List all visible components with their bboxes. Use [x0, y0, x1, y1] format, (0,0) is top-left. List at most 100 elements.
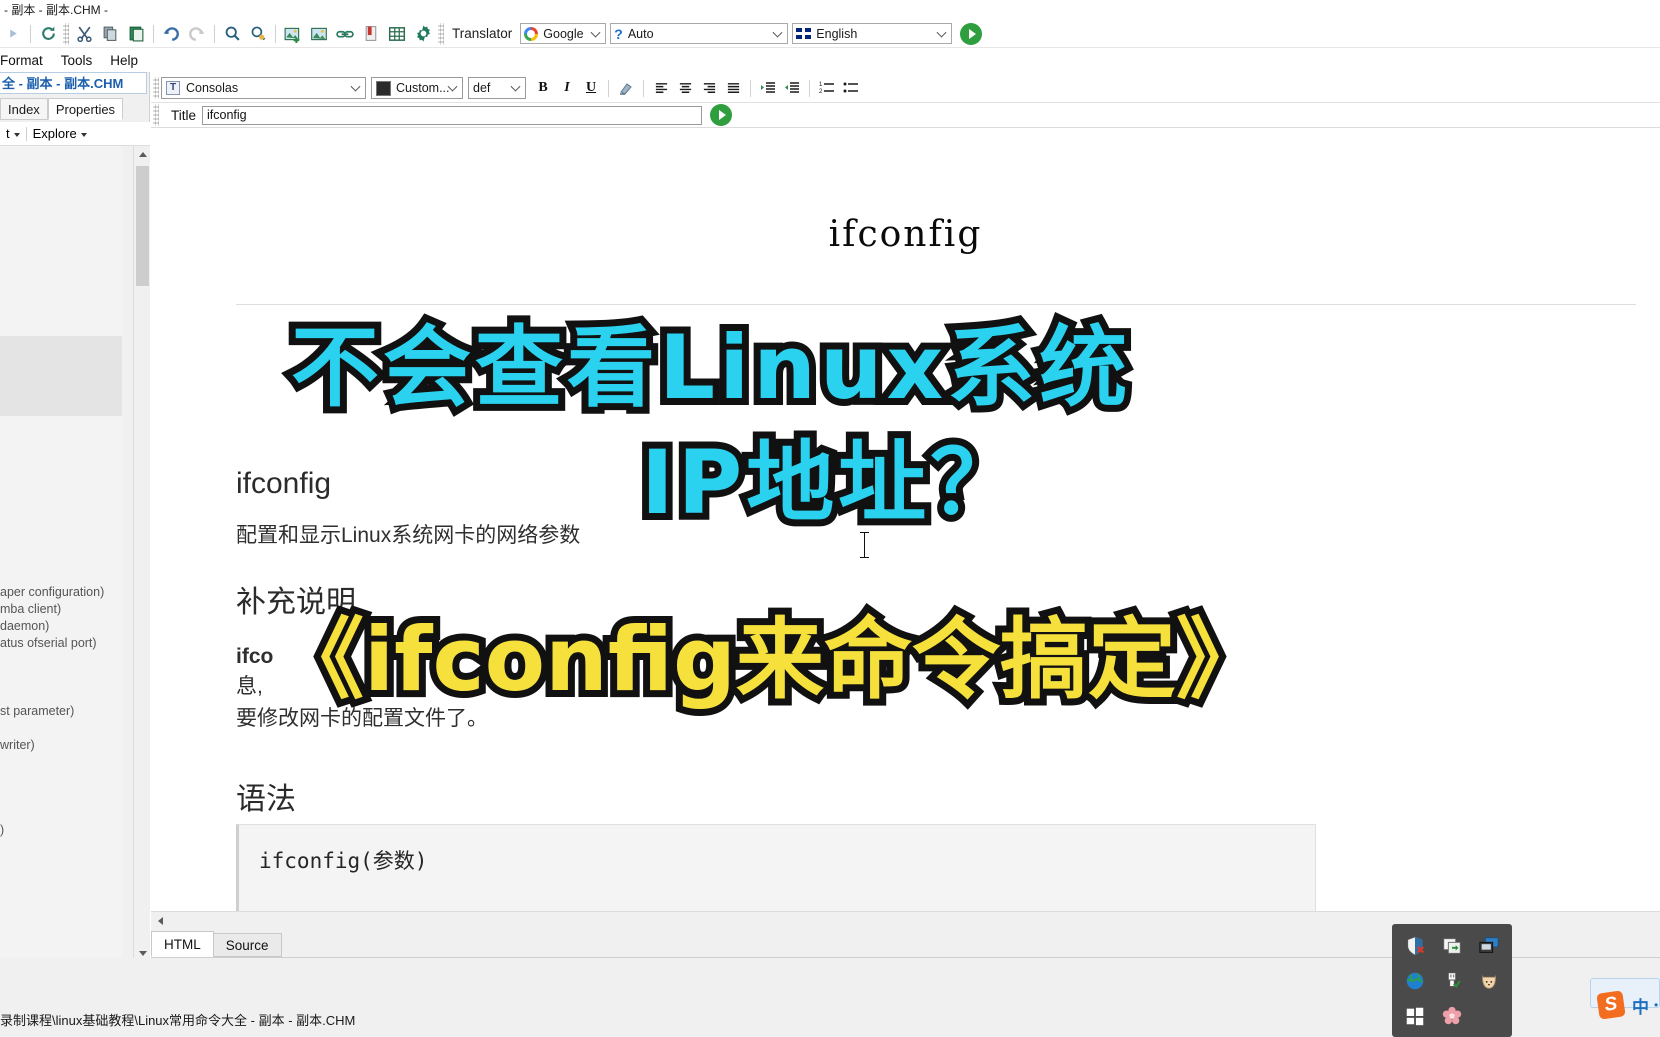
menu-item-tools[interactable]: Tools: [61, 53, 93, 68]
target-language-select[interactable]: English: [792, 23, 953, 44]
question-icon: ?: [614, 25, 623, 42]
left-panel: 全 - 副本 - 副本.CHM Index Properties t Explo…: [0, 72, 150, 962]
section-text-supplement-line2: 息,: [236, 675, 263, 698]
panel-tool-explore-label: Explore: [32, 126, 77, 141]
panel-tool-t[interactable]: t: [0, 126, 26, 141]
section-heading-ifconfig: ifconfig: [236, 467, 332, 500]
fox-icon[interactable]: [1471, 963, 1508, 998]
refresh-icon[interactable]: [35, 21, 61, 47]
document-divider: [236, 304, 1636, 305]
highlight-icon[interactable]: [614, 76, 638, 100]
font-size-select[interactable]: def: [468, 77, 526, 99]
title-input[interactable]: [202, 105, 703, 125]
tab-source[interactable]: Source: [212, 933, 282, 957]
paste-icon[interactable]: [123, 21, 149, 47]
copy-icon[interactable]: [97, 21, 123, 47]
find-replace-icon[interactable]: [245, 21, 271, 47]
font-color-select[interactable]: Custom...: [371, 77, 463, 99]
ime-mode-indicator[interactable]: 中: [1632, 993, 1649, 1018]
align-left-button[interactable]: [649, 76, 673, 100]
tree-vertical-scrollbar[interactable]: [133, 146, 150, 962]
find-icon[interactable]: [219, 21, 245, 47]
ime-extra-icon[interactable]: •: [1654, 998, 1658, 1012]
table-icon[interactable]: [384, 21, 410, 47]
unordered-list-button[interactable]: [839, 76, 863, 100]
list-item[interactable]: st parameter): [0, 703, 74, 719]
monitor-icon[interactable]: [1471, 928, 1508, 963]
section-text-supplement-line1: ifco: [236, 645, 274, 668]
list-item[interactable]: writer): [0, 737, 35, 753]
flower-icon[interactable]: [1433, 998, 1470, 1033]
section-heading-syntax: 语法: [236, 783, 296, 816]
scroll-left-icon[interactable]: [151, 912, 169, 930]
panel-tabs: Index Properties: [0, 98, 150, 120]
code-block[interactable]: ifconfig(参数): [236, 824, 1316, 911]
indent-increase-button[interactable]: [756, 76, 780, 100]
list-item[interactable]: daemon): [0, 618, 49, 634]
settings-icon[interactable]: [410, 21, 436, 47]
list-item[interactable]: atus ofserial port): [0, 635, 97, 651]
usb-icon[interactable]: [1433, 963, 1470, 998]
list-item[interactable]: ): [0, 822, 4, 838]
indent-decrease-button[interactable]: [780, 76, 804, 100]
tab-html[interactable]: HTML: [151, 931, 214, 957]
ordered-list-button[interactable]: 12: [815, 76, 839, 100]
document-tab[interactable]: 全 - 副本 - 副本.CHM: [0, 72, 147, 94]
target-language-value: English: [816, 26, 858, 41]
tree-selection-highlight: [0, 336, 122, 416]
toolbar-grip[interactable]: [438, 22, 444, 45]
scrollbar-thumb[interactable]: [136, 166, 149, 286]
document-body: ifconfig ifconfig 配置和显示Linux系统网卡的网络参数 补充…: [151, 129, 1660, 911]
floating-dock[interactable]: [1392, 924, 1512, 1037]
shield-icon[interactable]: [1396, 928, 1433, 963]
bold-button[interactable]: B: [531, 76, 555, 100]
font-family-select[interactable]: T Consolas: [161, 77, 366, 99]
italic-button[interactable]: I: [555, 76, 579, 100]
sogou-ime-icon[interactable]: S: [1596, 990, 1626, 1020]
underline-button[interactable]: U: [579, 76, 603, 100]
chevron-down-icon: [510, 81, 521, 92]
uk-flag-icon: [796, 28, 812, 39]
forward-icon[interactable]: [0, 21, 26, 47]
globe-icon[interactable]: [1396, 963, 1433, 998]
cut-icon[interactable]: [71, 21, 97, 47]
title-go-button[interactable]: [710, 104, 733, 126]
scroll-up-icon[interactable]: [134, 146, 150, 163]
toolbar-grip[interactable]: [153, 77, 159, 99]
code-text: ifconfig(参数): [259, 849, 428, 873]
align-center-button[interactable]: [673, 76, 697, 100]
document-canvas[interactable]: ifconfig ifconfig 配置和显示Linux系统网卡的网络参数 补充…: [151, 129, 1660, 911]
toolbar-grip[interactable]: [63, 22, 69, 45]
panel-tool-t-label: t: [6, 126, 10, 141]
source-language-value: Auto: [627, 26, 654, 41]
align-right-button[interactable]: [697, 76, 721, 100]
align-justify-button[interactable]: [721, 76, 745, 100]
bookmark-icon[interactable]: [358, 21, 384, 47]
undo-icon[interactable]: [158, 21, 184, 47]
translate-engine-select[interactable]: Google: [520, 23, 607, 44]
toolbar-divider: [643, 79, 644, 97]
tab-index[interactable]: Index: [0, 98, 48, 120]
chevron-down-icon: [590, 27, 601, 38]
list-item[interactable]: aper configuration): [0, 584, 104, 600]
tree-list[interactable]: [0, 146, 122, 962]
title-label: Title: [171, 107, 197, 123]
tab-properties[interactable]: Properties: [47, 98, 124, 120]
toolbar-divider: [275, 24, 276, 43]
menu-bar: Format Tools Help: [0, 48, 150, 72]
menu-item-format[interactable]: Format: [0, 53, 43, 68]
image-icon[interactable]: [306, 21, 332, 47]
chevron-down-icon: [80, 132, 87, 137]
insert-image-icon[interactable]: [280, 21, 306, 47]
link-icon[interactable]: [332, 21, 358, 47]
panel-tool-explore[interactable]: Explore: [27, 126, 93, 141]
windows-icon[interactable]: [1396, 998, 1433, 1033]
toolbar-grip[interactable]: [153, 104, 159, 126]
run-translate-button[interactable]: [960, 22, 983, 45]
list-item[interactable]: mba client): [0, 601, 61, 617]
window-copy-icon[interactable]: [1433, 928, 1470, 963]
menu-item-help[interactable]: Help: [110, 53, 138, 68]
source-language-select[interactable]: ? Auto: [610, 23, 789, 44]
font-color-value: Custom...: [396, 81, 450, 95]
redo-icon[interactable]: [184, 21, 210, 47]
